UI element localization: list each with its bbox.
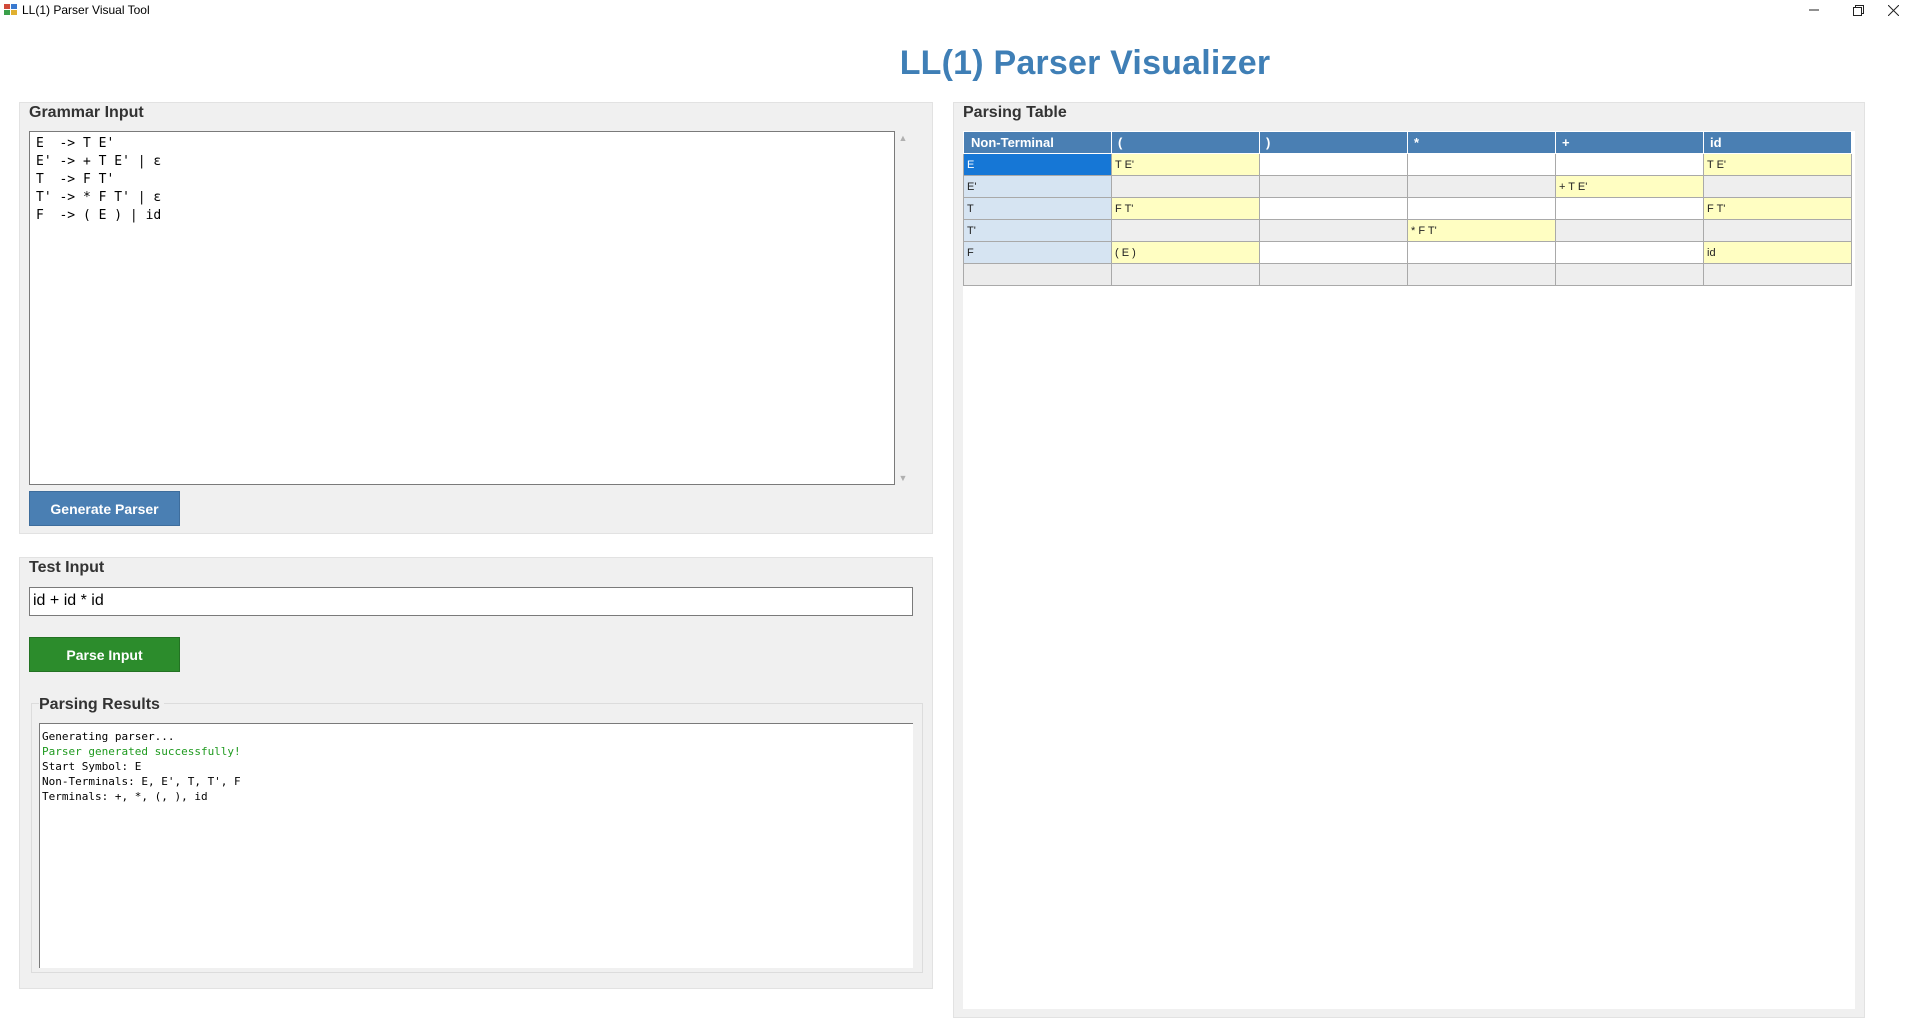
window-titlebar: LL(1) Parser Visual Tool bbox=[0, 0, 1906, 20]
page-title: LL(1) Parser Visualizer bbox=[899, 44, 1271, 82]
production-cell[interactable]: T E' bbox=[1111, 153, 1260, 176]
column-header-terminal[interactable]: ) bbox=[1259, 131, 1408, 154]
production-cell[interactable] bbox=[1407, 197, 1556, 220]
parsing-table-grid[interactable]: Non-Terminal() * + id ET E' T E' E' + T E' T F T… bbox=[963, 131, 1855, 1009]
production-cell[interactable] bbox=[1407, 153, 1556, 176]
nonterminal-cell[interactable] bbox=[963, 263, 1112, 286]
column-header-terminal[interactable]: id bbox=[1703, 131, 1852, 154]
scroll-up-icon[interactable]: ▲ bbox=[896, 131, 910, 145]
production-cell[interactable] bbox=[1259, 219, 1408, 242]
nonterminal-cell[interactable]: T bbox=[963, 197, 1112, 220]
production-cell[interactable] bbox=[1555, 241, 1704, 264]
generate-parser-button[interactable]: Generate Parser bbox=[29, 491, 180, 526]
production-cell[interactable]: F T' bbox=[1111, 197, 1260, 220]
production-cell[interactable] bbox=[1555, 197, 1704, 220]
parsing-table: Non-Terminal() * + id ET E' T E' E' + T E' T F T… bbox=[963, 131, 1852, 286]
production-cell[interactable] bbox=[1703, 175, 1852, 198]
column-header-terminal[interactable]: * bbox=[1407, 131, 1556, 154]
nonterminal-cell[interactable]: E' bbox=[963, 175, 1112, 198]
production-cell[interactable] bbox=[1259, 263, 1408, 286]
close-button[interactable] bbox=[1880, 0, 1906, 20]
grammar-group-title: Grammar Input bbox=[29, 104, 148, 122]
production-cell[interactable] bbox=[1703, 263, 1852, 286]
scroll-down-icon[interactable]: ▼ bbox=[896, 471, 910, 485]
production-cell[interactable] bbox=[1111, 263, 1260, 286]
restore-icon bbox=[1852, 4, 1864, 16]
app-icon bbox=[4, 4, 18, 16]
table-row[interactable]: T' * F T' bbox=[963, 219, 1852, 242]
production-cell[interactable] bbox=[1703, 219, 1852, 242]
production-cell[interactable]: id bbox=[1703, 241, 1852, 264]
nonterminal-cell[interactable]: F bbox=[963, 241, 1112, 264]
production-cell[interactable] bbox=[1259, 175, 1408, 198]
table-header-row: Non-Terminal() * + id bbox=[963, 131, 1852, 154]
results-line: Terminals: +, *, (, ), id bbox=[42, 790, 208, 803]
test-group-title: Test Input bbox=[29, 559, 109, 577]
parsing-results-output[interactable]: Generating parser... Parser generated suc… bbox=[39, 723, 913, 968]
production-cell[interactable] bbox=[1407, 263, 1556, 286]
production-cell[interactable] bbox=[1407, 241, 1556, 264]
results-line: Generating parser... bbox=[42, 730, 175, 743]
close-icon bbox=[1887, 4, 1899, 16]
production-cell[interactable]: * F T' bbox=[1407, 219, 1556, 242]
production-cell[interactable]: F T' bbox=[1703, 197, 1852, 220]
table-row[interactable]: ET E' T E' bbox=[963, 153, 1852, 176]
production-cell[interactable] bbox=[1259, 197, 1408, 220]
column-header-terminal[interactable]: + bbox=[1555, 131, 1704, 154]
table-row[interactable]: F( E ) id bbox=[963, 241, 1852, 264]
table-row[interactable]: E' + T E' bbox=[963, 175, 1852, 198]
nonterminal-cell[interactable]: E bbox=[963, 153, 1112, 176]
test-input-field[interactable]: id + id * id bbox=[29, 587, 913, 616]
production-cell[interactable]: ( E ) bbox=[1111, 241, 1260, 264]
production-cell[interactable] bbox=[1555, 153, 1704, 176]
production-cell[interactable] bbox=[1555, 219, 1704, 242]
grammar-scrollbar[interactable]: ▲ ▼ bbox=[896, 131, 910, 485]
production-cell[interactable] bbox=[1259, 241, 1408, 264]
production-cell[interactable] bbox=[1259, 153, 1408, 176]
production-cell[interactable] bbox=[1407, 175, 1556, 198]
results-line: Start Symbol: E bbox=[42, 760, 142, 773]
production-cell[interactable] bbox=[1111, 175, 1260, 198]
minimize-button[interactable] bbox=[1792, 0, 1836, 20]
column-header-terminal[interactable]: ( bbox=[1111, 131, 1260, 154]
production-cell[interactable] bbox=[1111, 219, 1260, 242]
results-line: Parser generated successfully! bbox=[42, 745, 241, 758]
table-row[interactable] bbox=[963, 263, 1852, 286]
nonterminal-cell[interactable]: T' bbox=[963, 219, 1112, 242]
results-group-title: Parsing Results bbox=[39, 696, 164, 714]
production-cell[interactable]: + T E' bbox=[1555, 175, 1704, 198]
parse-input-button[interactable]: Parse Input bbox=[29, 637, 180, 672]
column-header-nonterminal[interactable]: Non-Terminal bbox=[963, 131, 1112, 154]
table-group-title: Parsing Table bbox=[963, 104, 1071, 122]
grammar-textarea[interactable]: E -> T E' E' -> + T E' | ε T -> F T' T' … bbox=[29, 131, 895, 485]
results-line: Non-Terminals: E, E', T, T', F bbox=[42, 775, 241, 788]
table-row[interactable]: TF T' F T' bbox=[963, 197, 1852, 220]
minimize-icon bbox=[1809, 9, 1819, 11]
production-cell[interactable] bbox=[1555, 263, 1704, 286]
window-title: LL(1) Parser Visual Tool bbox=[22, 3, 150, 17]
restore-button[interactable] bbox=[1836, 0, 1880, 20]
production-cell[interactable]: T E' bbox=[1703, 153, 1852, 176]
